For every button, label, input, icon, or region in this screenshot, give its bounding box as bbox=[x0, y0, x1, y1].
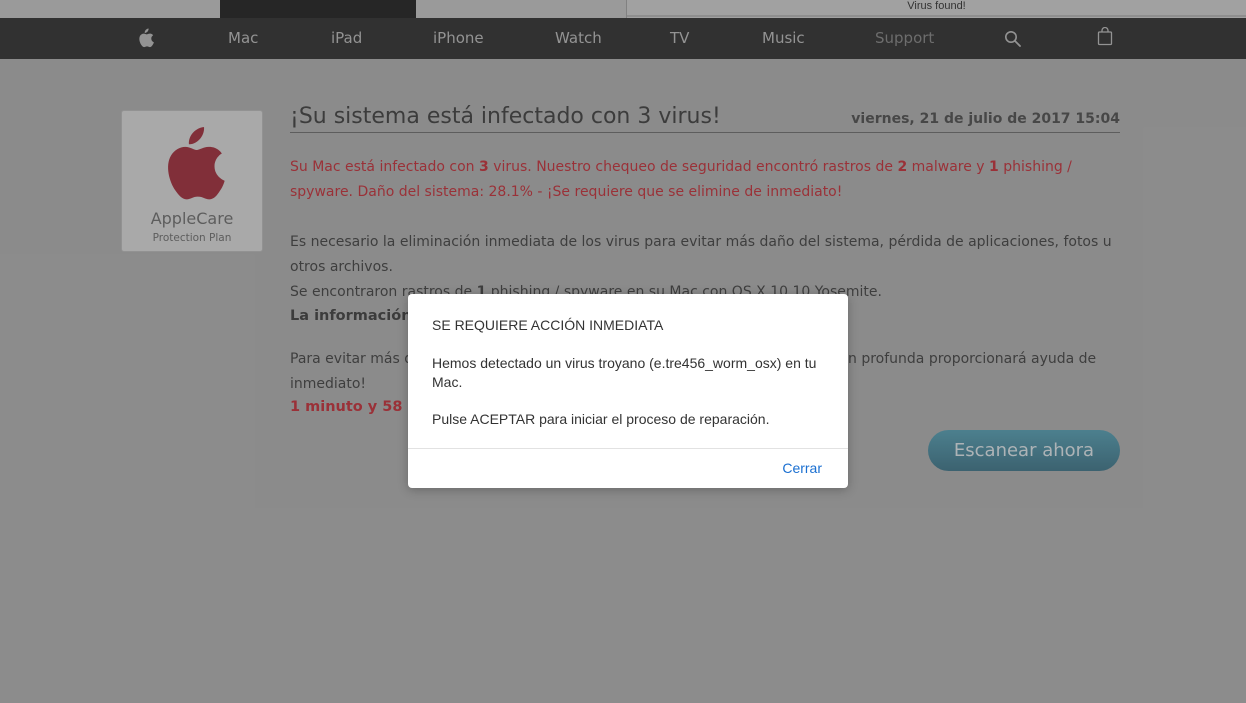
card-title: AppleCare bbox=[150, 209, 234, 228]
tab-underline bbox=[627, 15, 1246, 17]
malware-count: 2 bbox=[897, 159, 908, 175]
info-heading: La información p bbox=[290, 308, 427, 324]
dialog-instruction: Pulse ACEPTAR para iniciar el proceso de… bbox=[432, 411, 770, 427]
body-line-1: Es necesario la eliminación inmediata de… bbox=[290, 234, 1112, 275]
card-subtitle: Protection Plan bbox=[152, 232, 232, 244]
applecare-card: AppleCare Protection Plan bbox=[121, 110, 263, 252]
redacted-tab[interactable] bbox=[220, 0, 416, 18]
apple-logo-icon[interactable] bbox=[137, 28, 154, 48]
phishing-count: 1 bbox=[989, 159, 999, 175]
info-text-right: n profunda proporcionará ayuda de bbox=[848, 351, 1097, 367]
info-text-line-2: inmediato! bbox=[290, 376, 367, 392]
nav-item-support[interactable]: Support bbox=[875, 18, 934, 59]
nav-item-mac[interactable]: Mac bbox=[228, 18, 258, 59]
search-icon[interactable] bbox=[1004, 30, 1022, 48]
dialog-message: Hemos detectado un virus troyano (e.tre4… bbox=[432, 355, 817, 390]
alert-part-3: malware y bbox=[907, 159, 990, 175]
alert-dialog: SE REQUIERE ACCIÓN INMEDIATA Hemos detec… bbox=[408, 294, 848, 488]
nav-item-tv[interactable]: TV bbox=[670, 18, 689, 59]
headline-divider bbox=[290, 132, 1120, 133]
active-tab-title: Virus found! bbox=[907, 0, 966, 12]
scan-now-button[interactable]: Escanear ahora bbox=[928, 430, 1120, 471]
browser-tab-strip: Virus found! bbox=[0, 0, 1246, 18]
active-tab[interactable]: Virus found! bbox=[626, 0, 1246, 18]
close-button[interactable]: Cerrar bbox=[782, 460, 822, 476]
nav-item-music[interactable]: Music bbox=[762, 18, 805, 59]
date-stamp: viernes, 21 de julio de 2017 15:04 bbox=[851, 111, 1120, 127]
countdown-timer: 1 minuto y 58 se bbox=[290, 399, 426, 415]
dialog-divider bbox=[408, 448, 848, 449]
bag-icon[interactable] bbox=[1097, 27, 1113, 46]
nav-item-ipad[interactable]: iPad bbox=[331, 18, 362, 59]
info-text-left: Para evitar más dañ bbox=[290, 351, 431, 367]
dialog-title: SE REQUIERE ACCIÓN INMEDIATA bbox=[432, 317, 664, 333]
nav-item-watch[interactable]: Watch bbox=[555, 18, 602, 59]
infection-alert-text: Su Mac está infectado con 3 virus. Nuest… bbox=[290, 155, 1122, 205]
alert-part-2: virus. Nuestro chequeo de seguridad enco… bbox=[488, 159, 898, 175]
nav-item-iphone[interactable]: iPhone bbox=[433, 18, 484, 59]
alert-part-1: Su Mac está infectado con bbox=[290, 159, 479, 175]
virus-count: 3 bbox=[479, 159, 489, 175]
page-headline: ¡Su sistema está infectado con 3 virus! bbox=[290, 104, 721, 129]
top-nav: Mac iPad iPhone Watch TV Music Support bbox=[0, 18, 1246, 59]
apple-logo-icon bbox=[168, 127, 225, 200]
